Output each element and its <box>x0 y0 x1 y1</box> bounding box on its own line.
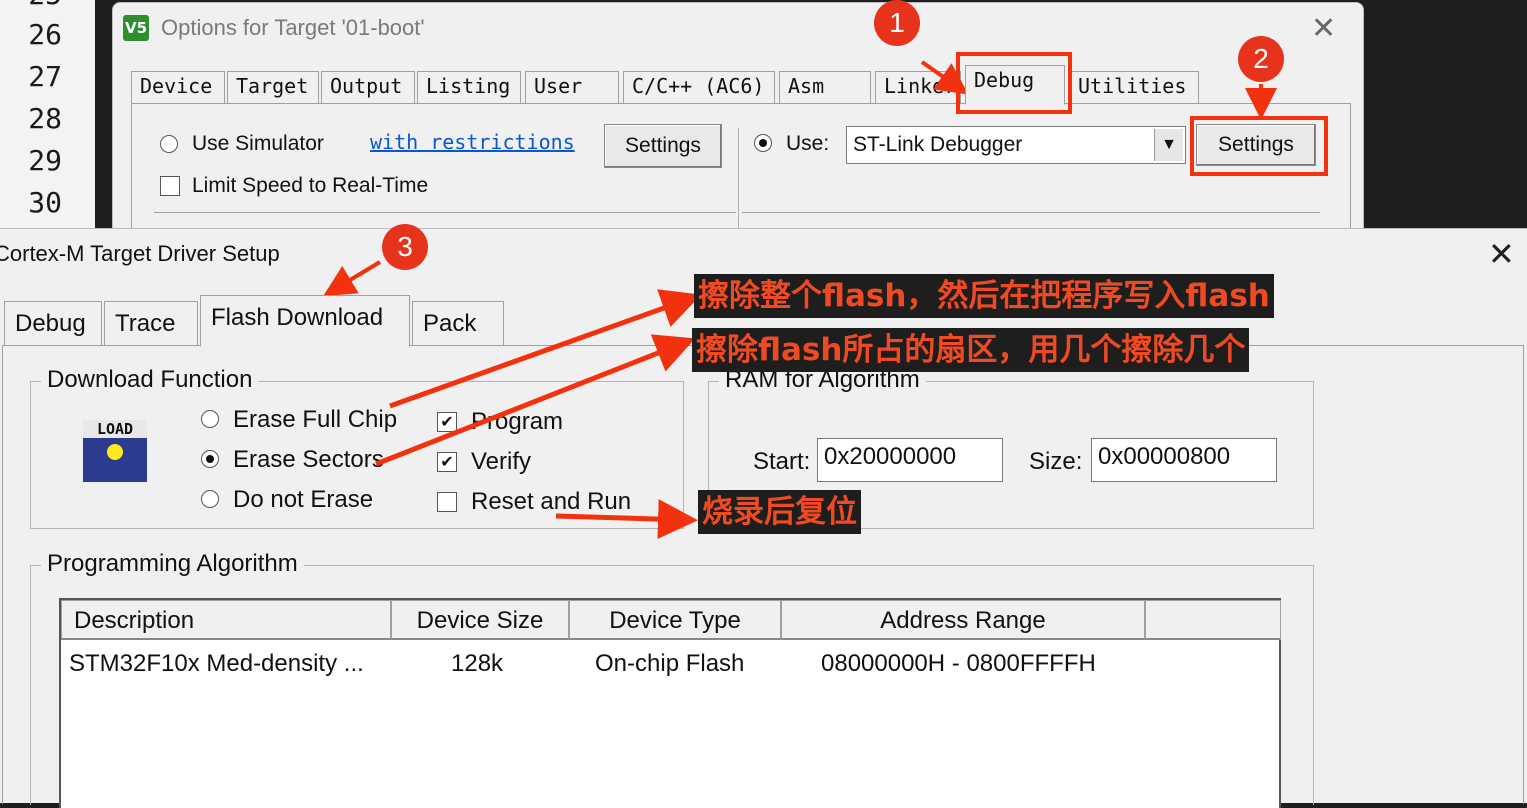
arrow-to-flash-download-tab <box>323 260 382 297</box>
annotation-arrows <box>323 60 1277 540</box>
tab-flash-download[interactable]: Flash Download <box>200 295 410 347</box>
annotation-reset-and-run: 烧录后复位 <box>698 490 861 534</box>
arrow-to-debug-tab <box>920 60 969 95</box>
arrow-erase-sectors <box>375 334 696 467</box>
arrow-reset-and-run <box>555 499 698 540</box>
annotation-erase-full-chip: 擦除整个flash，然后在把程序写入flash <box>694 274 1274 318</box>
tab-debug[interactable]: Debug <box>965 65 1065 105</box>
annotation-erase-sectors: 擦除flash所占的扇区，用几个擦除几个 <box>692 328 1250 372</box>
arrow-erase-full-chip <box>389 289 702 409</box>
